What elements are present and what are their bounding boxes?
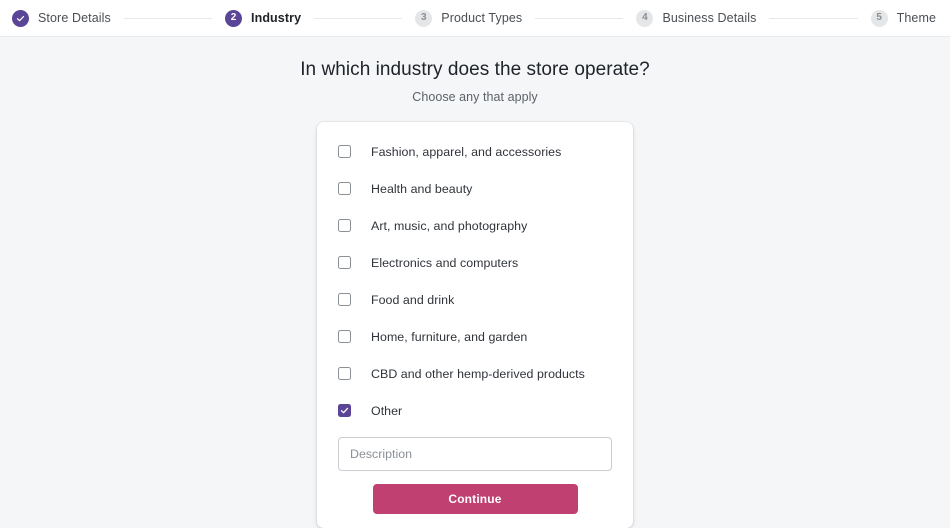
checkbox-unchecked-icon[interactable] bbox=[338, 330, 351, 343]
stepper-badge-4: 4 bbox=[636, 9, 654, 27]
stepper: Store Details 2 Industry 3 Product Types… bbox=[0, 0, 950, 37]
page-content: In which industry does the store operate… bbox=[0, 37, 950, 528]
stepper-label-industry: Industry bbox=[251, 11, 302, 25]
option-cbd-hemp-derived-products[interactable]: CBD and other hemp-derived products bbox=[317, 355, 633, 392]
page-title: In which industry does the store operate… bbox=[300, 59, 650, 80]
industry-selection-card: Fashion, apparel, and accessories Health… bbox=[317, 122, 633, 528]
checkbox-unchecked-icon[interactable] bbox=[338, 182, 351, 195]
option-label: CBD and other hemp-derived products bbox=[371, 366, 585, 381]
option-label: Fashion, apparel, and accessories bbox=[371, 144, 562, 159]
stepper-step-business-details[interactable]: 4 Business Details bbox=[636, 9, 757, 27]
checkbox-unchecked-icon[interactable] bbox=[338, 145, 351, 158]
stepper-label-product-types: Product Types bbox=[441, 11, 523, 25]
stepper-step-theme[interactable]: 5 Theme bbox=[870, 9, 937, 27]
option-label: Electronics and computers bbox=[371, 255, 519, 270]
option-home-furniture-garden[interactable]: Home, furniture, and garden bbox=[317, 318, 633, 355]
option-health-and-beauty[interactable]: Health and beauty bbox=[317, 170, 633, 207]
option-other[interactable]: Other bbox=[317, 392, 633, 429]
stepper-connector-1 bbox=[123, 17, 213, 19]
checkbox-unchecked-icon[interactable] bbox=[338, 367, 351, 380]
stepper-step-product-types[interactable]: 3 Product Types bbox=[415, 9, 523, 27]
continue-button[interactable]: Continue bbox=[372, 484, 578, 514]
option-label: Home, furniture, and garden bbox=[371, 329, 528, 344]
stepper-step-industry[interactable]: 2 Industry bbox=[225, 9, 302, 27]
option-label: Food and drink bbox=[371, 292, 455, 307]
stepper-connector-2 bbox=[314, 17, 403, 19]
description-input[interactable] bbox=[338, 437, 612, 471]
option-label: Health and beauty bbox=[371, 181, 473, 196]
checkbox-unchecked-icon[interactable] bbox=[338, 256, 351, 269]
checkbox-checked-icon[interactable] bbox=[338, 404, 351, 417]
description-field-wrapper bbox=[317, 429, 633, 471]
stepper-badge-3: 3 bbox=[415, 9, 433, 27]
continue-button-wrapper: Continue bbox=[317, 471, 633, 514]
stepper-connector-4 bbox=[769, 17, 858, 19]
stepper-label-store-details: Store Details bbox=[38, 11, 111, 25]
stepper-label-theme: Theme bbox=[896, 11, 937, 25]
stepper-badge-5: 5 bbox=[870, 9, 888, 27]
stepper-connector-3 bbox=[535, 17, 624, 19]
page-subtitle: Choose any that apply bbox=[412, 90, 538, 104]
option-art-music-photography[interactable]: Art, music, and photography bbox=[317, 207, 633, 244]
stepper-step-store-details[interactable]: Store Details bbox=[12, 9, 111, 27]
option-fashion-apparel-accessories[interactable]: Fashion, apparel, and accessories bbox=[317, 133, 633, 170]
option-label: Art, music, and photography bbox=[371, 218, 528, 233]
option-food-and-drink[interactable]: Food and drink bbox=[317, 281, 633, 318]
stepper-label-business-details: Business Details bbox=[662, 11, 757, 25]
check-icon bbox=[12, 9, 29, 27]
stepper-badge-2: 2 bbox=[225, 9, 243, 27]
checkbox-unchecked-icon[interactable] bbox=[338, 219, 351, 232]
option-label: Other bbox=[371, 403, 403, 418]
option-electronics-and-computers[interactable]: Electronics and computers bbox=[317, 244, 633, 281]
checkbox-unchecked-icon[interactable] bbox=[338, 293, 351, 306]
